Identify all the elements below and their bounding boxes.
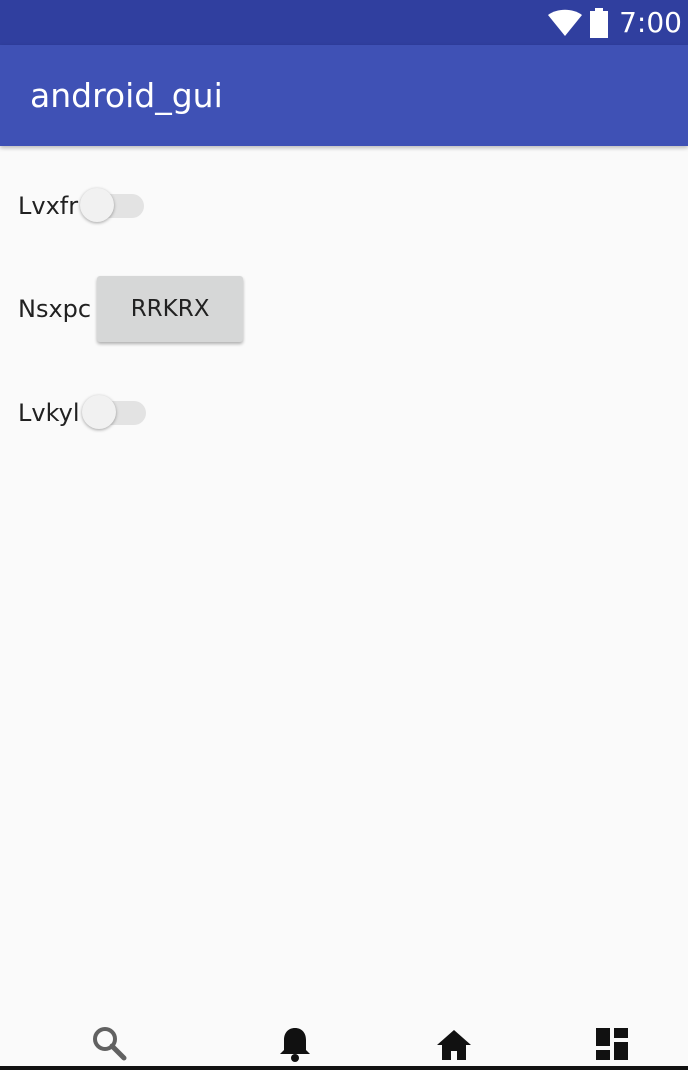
setting-row-lvkyl: Lvkyl — [18, 393, 150, 433]
setting-row-lvxfr: Lvxfr — [18, 186, 148, 226]
setting-row-nsxpc: Nsxpc RRKRX — [18, 276, 244, 342]
status-bar: 7:00 — [0, 0, 688, 45]
notification-bell-icon[interactable] — [275, 1024, 315, 1064]
switch-thumb — [81, 395, 116, 429]
search-icon[interactable] — [90, 1024, 130, 1064]
nsxpc-label: Nsxpc — [18, 295, 92, 323]
status-time: 7:00 — [619, 6, 682, 39]
bottom-nav — [0, 1010, 688, 1070]
nav-bar-line — [0, 1066, 688, 1070]
status-icons: 7:00 — [547, 0, 682, 45]
app-title: android_gui — [30, 76, 223, 115]
rrkrx-button[interactable]: RRKRX — [97, 276, 244, 342]
switch-thumb — [80, 188, 115, 222]
lvkyl-label: Lvkyl — [18, 399, 80, 427]
battery-icon — [590, 7, 609, 38]
lvkyl-switch[interactable] — [81, 393, 150, 433]
lvxfr-switch[interactable] — [80, 186, 148, 226]
lvxfr-label: Lvxfr — [18, 192, 79, 220]
home-icon[interactable] — [434, 1024, 474, 1064]
dashboard-icon[interactable] — [592, 1024, 632, 1064]
wifi-icon — [548, 9, 583, 36]
app-bar: android_gui — [0, 45, 688, 146]
